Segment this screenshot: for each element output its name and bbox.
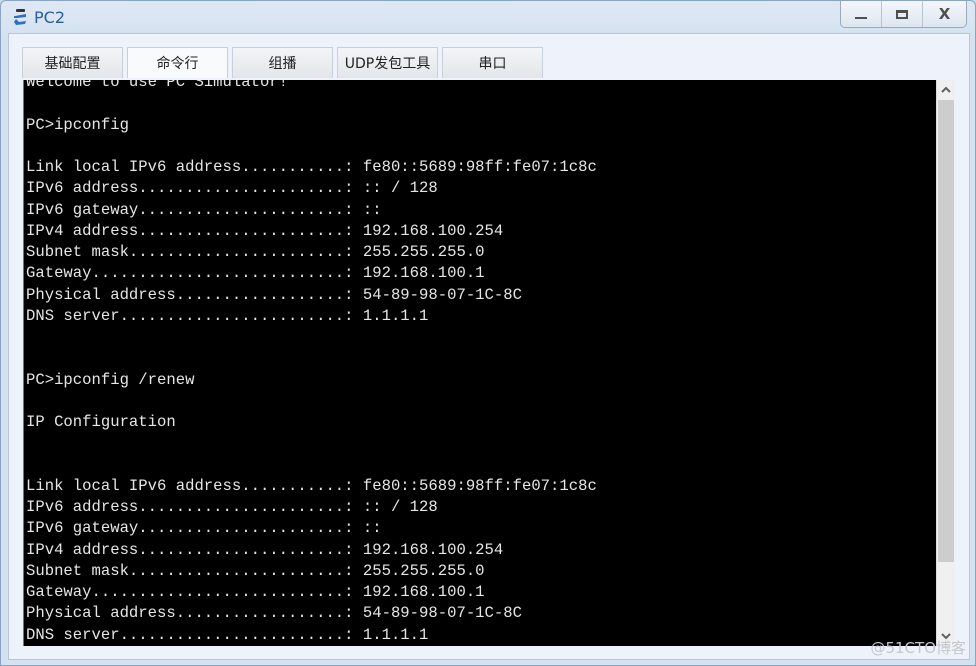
minimize-button[interactable] — [841, 1, 881, 27]
tab-label: UDP发包工具 — [344, 56, 431, 72]
tab-bar: 基础配置 命令行 组播 UDP发包工具 串口 — [22, 47, 547, 78]
chevron-up-icon — [941, 86, 951, 93]
close-icon: X — [938, 5, 951, 23]
maximize-icon — [896, 9, 908, 19]
tab-udp-tool[interactable]: UDP发包工具 — [337, 47, 438, 78]
terminal-scrollbar[interactable] — [936, 80, 955, 646]
tab-label: 串口 — [478, 56, 507, 72]
tab-label: 组播 — [268, 56, 297, 72]
pc-simulator-window: PC2 X 基础配置 命令行 组播 UDP发包工具 串口 Welcome to … — [0, 0, 976, 666]
title-bar[interactable]: PC2 X — [1, 1, 975, 35]
tab-serial-port[interactable]: 串口 — [442, 47, 543, 78]
tab-label: 基础配置 — [44, 56, 101, 72]
client-area: 基础配置 命令行 组播 UDP发包工具 串口 Welcome to use PC… — [8, 33, 970, 660]
window-title: PC2 — [34, 8, 65, 27]
minimize-icon — [855, 17, 867, 19]
tab-command-line[interactable]: 命令行 — [127, 47, 228, 78]
tab-basic-config[interactable]: 基础配置 — [22, 47, 123, 78]
tab-multicast[interactable]: 组播 — [232, 47, 333, 78]
maximize-button[interactable] — [881, 1, 922, 27]
terminal-text[interactable]: Welcome to use PC Simulator! PC>ipconfig… — [24, 80, 936, 646]
scroll-up-button[interactable] — [937, 80, 955, 99]
terminal-output[interactable]: Welcome to use PC Simulator! PC>ipconfig… — [23, 80, 936, 646]
network-pc-icon — [11, 8, 31, 28]
close-button[interactable]: X — [922, 1, 966, 27]
scroll-thumb[interactable] — [938, 100, 954, 562]
watermark: @51CTO博客 — [870, 639, 966, 657]
window-controls: X — [840, 1, 967, 28]
tab-label: 命令行 — [156, 56, 199, 72]
